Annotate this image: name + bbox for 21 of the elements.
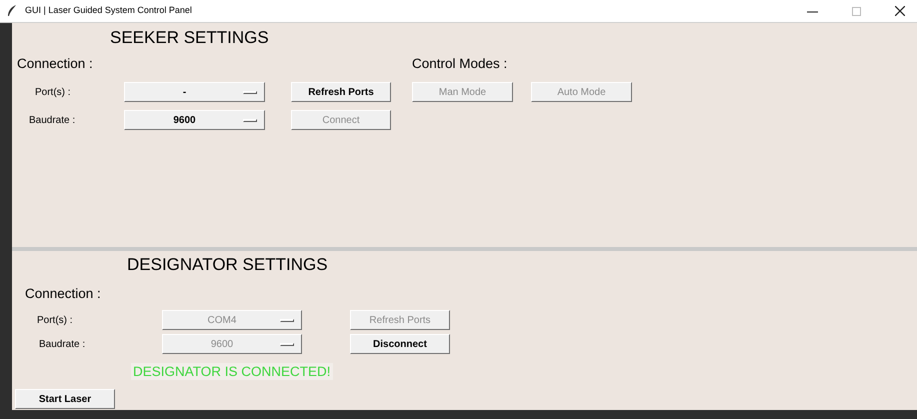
dropdown[interactable]: 9600 [124,110,265,130]
field-label: Baudrate : [29,114,76,128]
field-label: Port(s) : [35,86,71,100]
dropdown-indicator-icon [280,319,294,322]
dropdown-indicator-icon [243,119,257,122]
feather-icon [7,5,17,17]
button[interactable]: Start Laser [15,389,115,409]
section-label: Connection : [25,286,101,302]
section-title: DESIGNATOR SETTINGS [127,255,329,275]
dropdown-indicator-icon [243,91,257,94]
field-label: Baudrate : [39,338,86,352]
section-title: SEEKER SETTINGS [110,28,270,48]
dropdown-indicator-icon [280,343,294,346]
section-label: Connection : [17,56,94,72]
button[interactable]: Refresh Ports [291,82,391,102]
dropdown[interactable]: - [124,82,265,102]
section-label: Control Modes : [412,56,508,72]
status-message: DESIGNATOR IS CONNECTED! [131,363,333,380]
field-label: Port(s) : [37,314,73,328]
window-title: GUI | Laser Guided System Control Panel [25,4,192,18]
close-icon[interactable] [895,6,905,16]
